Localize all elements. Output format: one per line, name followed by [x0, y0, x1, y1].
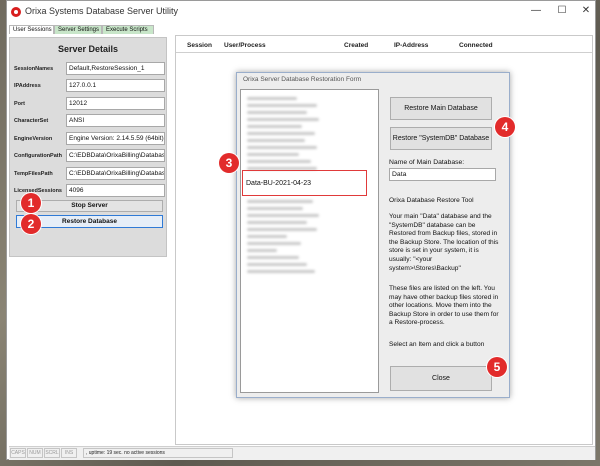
title-bar: Orixa Systems Database Server Utility — … [7, 1, 595, 23]
backup-list-item[interactable] [247, 153, 299, 156]
port-label: Port [14, 101, 25, 107]
backup-list-item[interactable] [247, 263, 307, 266]
backup-list-item[interactable] [247, 125, 302, 128]
temp-files-path-label: TempFilesPath [14, 171, 53, 177]
ip-address-label: IPAddress [14, 83, 41, 89]
server-details-title: Server Details [57, 44, 119, 54]
backup-list-item[interactable] [247, 249, 277, 252]
backup-list-item[interactable] [247, 221, 307, 224]
close-window-button[interactable]: ✕ [577, 4, 595, 18]
app-icon [11, 7, 21, 17]
restore-dialog: Orixa Server Database Restoration Form D… [236, 72, 510, 398]
backup-list-item[interactable] [247, 242, 301, 245]
restore-info-text: Your main "Data" database and the "Syste… [389, 213, 499, 272]
scrl-indicator: SCRL [44, 448, 60, 458]
column-ip-address[interactable]: IP-Address [394, 42, 428, 49]
backup-list-item[interactable] [247, 270, 315, 273]
instruction-text: Select an Item and click a button [389, 341, 485, 348]
callout-badge-2: 2 [21, 214, 41, 234]
sessions-table-header: Session User/Process Created IP-Address … [176, 38, 592, 53]
backup-list-item[interactable] [247, 132, 315, 135]
backup-list-item[interactable] [247, 97, 297, 100]
restore-systemdb-button[interactable]: Restore "SystemDB" Database [390, 127, 492, 150]
backup-list-item-selected[interactable]: Data-BU-2021-04-23 [246, 180, 311, 187]
restore-dialog-title: Orixa Server Database Restoration Form [243, 76, 362, 83]
tab-bar: User Sessions Server Settings Execute Sc… [7, 23, 595, 35]
licensed-sessions-label: LicensedSessions [14, 188, 62, 194]
backup-list-item[interactable] [247, 104, 317, 107]
callout-badge-3: 3 [219, 153, 239, 173]
column-user-process[interactable]: User/Process [224, 42, 266, 49]
backup-list-item[interactable] [247, 200, 313, 203]
ip-address-field[interactable]: 127.0.0.1 [66, 79, 165, 92]
engine-version-label: EngineVersion [14, 136, 53, 142]
tab-user-sessions[interactable]: User Sessions [9, 25, 54, 34]
main-database-name-input[interactable]: Data [389, 168, 496, 181]
restore-tool-heading: Orixa Database Restore Tool [389, 197, 474, 204]
main-database-name-label: Name of Main Database: [389, 159, 465, 166]
session-names-field[interactable]: Default,RestoreSession_1 [66, 62, 165, 75]
backup-list-item[interactable] [247, 207, 303, 210]
tab-execute-scripts[interactable]: Execute Scripts [102, 25, 154, 34]
backup-files-info-text: These files are listed on the left. You … [389, 285, 499, 327]
num-indicator: NUM [27, 448, 43, 458]
status-message: , uptime: 19 sec. no active sessions [83, 448, 233, 458]
backup-list-item[interactable] [247, 118, 319, 121]
callout-badge-5: 5 [487, 357, 507, 377]
character-set-field[interactable]: ANSI [66, 114, 165, 127]
backup-list-item[interactable] [247, 146, 317, 149]
column-created[interactable]: Created [344, 42, 368, 49]
column-session[interactable]: Session [187, 42, 212, 49]
left-pane: Server Details SessionNames Default,Rest… [9, 35, 169, 445]
status-bar: CAPS NUM SCRL INS , uptime: 19 sec. no a… [9, 446, 595, 460]
maximize-button[interactable]: ☐ [553, 4, 571, 18]
dialog-close-button[interactable]: Close [390, 366, 492, 391]
configuration-path-label: ConfigurationPath [14, 153, 62, 159]
restore-main-database-button[interactable]: Restore Main Database [390, 97, 492, 120]
backup-list-item[interactable] [247, 228, 317, 231]
backup-list-item[interactable] [247, 139, 305, 142]
character-set-label: CharacterSet [14, 118, 49, 124]
column-connected[interactable]: Connected [459, 42, 493, 49]
backup-list-item[interactable] [247, 235, 287, 238]
window-title: Orixa Systems Database Server Utility [25, 6, 179, 16]
backup-list-item[interactable] [247, 160, 311, 163]
backup-list-item[interactable] [247, 256, 299, 259]
temp-files-path-field[interactable]: C:\EDBData\OrixaBilling\Database [66, 167, 165, 180]
caps-indicator: CAPS [10, 448, 26, 458]
callout-badge-1: 1 [21, 193, 41, 213]
licensed-sessions-field[interactable]: 4096 [66, 184, 165, 197]
minimize-button[interactable]: — [527, 4, 545, 18]
session-names-label: SessionNames [14, 66, 54, 72]
configuration-path-field[interactable]: C:\EDBData\OrixaBilling\Database [66, 149, 165, 162]
port-field[interactable]: 12012 [66, 97, 165, 110]
ins-indicator: INS [61, 448, 77, 458]
callout-badge-4: 4 [495, 117, 515, 137]
backup-list[interactable]: Data-BU-2021-04-23 [240, 89, 379, 393]
backup-list-item[interactable] [247, 214, 319, 217]
tab-server-settings[interactable]: Server Settings [54, 25, 102, 34]
backup-list-item[interactable] [247, 111, 307, 114]
engine-version-field[interactable]: Engine Version: 2.14.5.59 (64bit) [66, 132, 165, 145]
